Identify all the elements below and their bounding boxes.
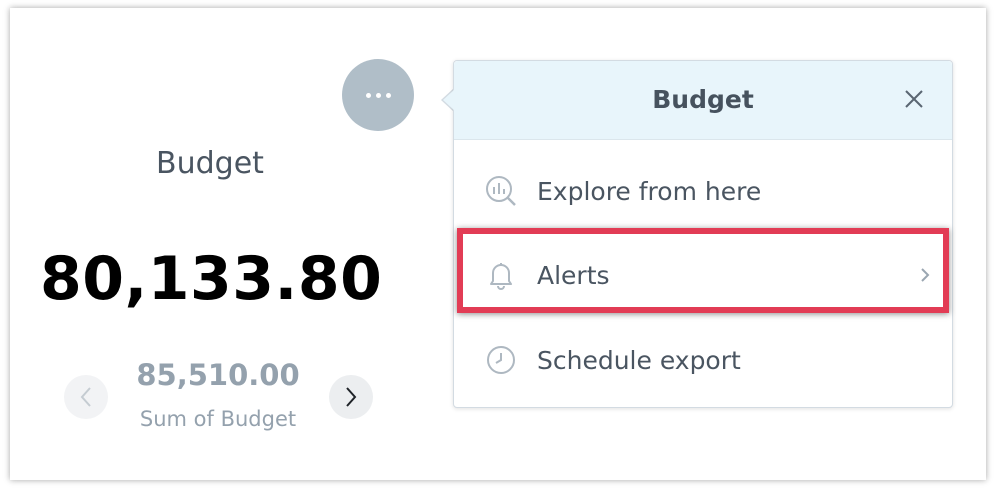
previous-button[interactable] — [64, 375, 108, 419]
comparison-value: 85,510.00 — [136, 358, 300, 392]
menu-item-explore[interactable]: Explore from here — [454, 149, 952, 233]
menu-item-alerts[interactable]: Alerts — [454, 233, 952, 317]
menu-item-label: Schedule export — [537, 345, 741, 375]
ellipsis-icon — [365, 92, 391, 98]
chevron-left-icon — [80, 387, 91, 407]
chevron-right-icon — [346, 387, 357, 407]
explore-chart-icon — [486, 176, 516, 206]
bell-icon — [490, 263, 512, 290]
popover-pointer-fill — [443, 89, 455, 111]
kpi-value: 80,133.80 — [40, 244, 383, 314]
comparison-label: Sum of Budget — [139, 407, 297, 431]
clock-icon — [487, 346, 515, 374]
kpi-title: Budget — [156, 146, 264, 181]
next-button[interactable] — [329, 375, 373, 419]
menu-item-schedule-export[interactable]: Schedule export — [454, 318, 952, 402]
menu-item-label: Explore from here — [537, 176, 762, 206]
popover-header: Budget — [454, 61, 952, 140]
chevron-right-icon — [921, 268, 930, 282]
menu-item-label: Alerts — [537, 260, 610, 290]
more-options-button[interactable] — [342, 59, 414, 131]
popover-title: Budget — [652, 85, 754, 114]
close-icon — [905, 90, 923, 108]
options-popover: Budget Explore from here Alerts Schedule… — [453, 60, 953, 408]
close-button[interactable] — [902, 87, 926, 111]
